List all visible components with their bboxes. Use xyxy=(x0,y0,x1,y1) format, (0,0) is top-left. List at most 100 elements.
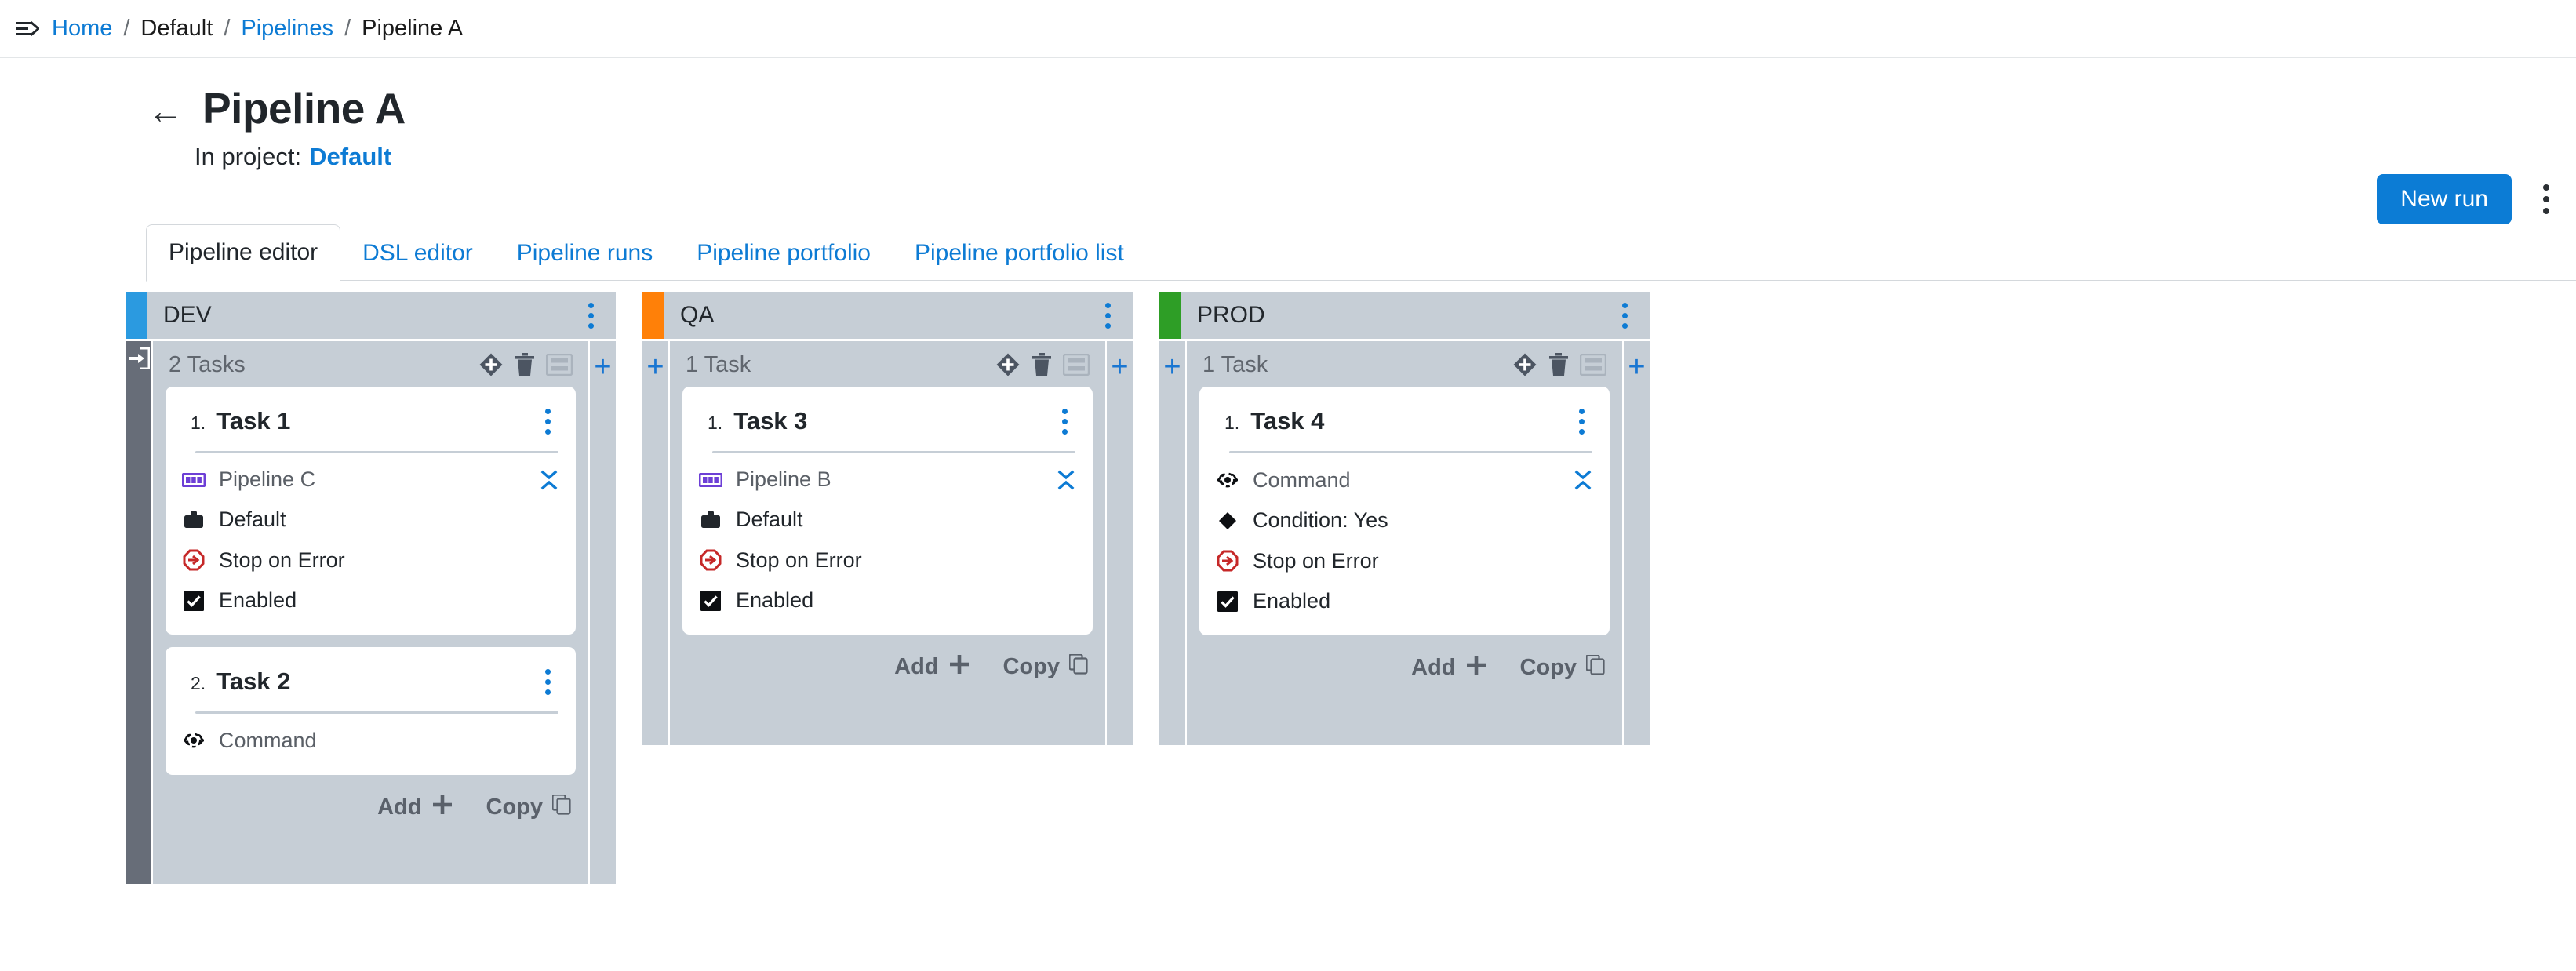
task-card[interactable]: 1. Task 4 Command Condition: Yes Stop on… xyxy=(1199,387,1610,635)
add-stage-after-button[interactable]: + xyxy=(590,341,616,884)
task-attribute-label: Pipeline C xyxy=(219,467,316,491)
stop-on-error-icon xyxy=(181,549,206,571)
rows-layout-icon[interactable] xyxy=(1580,354,1606,376)
task-attribute-row: Pipeline B xyxy=(697,460,1079,500)
copy-icon xyxy=(551,794,571,820)
task-count-label: 1 Task xyxy=(686,351,751,377)
task-overflow-menu-icon[interactable] xyxy=(533,402,562,440)
trash-icon[interactable] xyxy=(1548,353,1569,376)
task-attribute-row: Default xyxy=(180,500,562,540)
stage-overflow-menu-icon[interactable] xyxy=(1610,296,1639,334)
task-card[interactable]: 1. Task 1 Pipeline C Default Stop on Err… xyxy=(166,387,576,635)
task-name-label: Task 4 xyxy=(1250,407,1325,435)
plus-icon: + xyxy=(1628,351,1646,384)
stage-body-row: + 1 Task 1. Task 4 Command Condition: Ye… xyxy=(1159,341,1650,745)
stage-body: 1 Task 1. Task 4 Command Condition: Yes … xyxy=(1185,341,1624,745)
chevron-collapse-icon[interactable] xyxy=(1057,469,1075,491)
add-task-button[interactable]: Add xyxy=(1411,654,1486,681)
stage-header: PROD xyxy=(1159,292,1650,339)
project-link[interactable]: Default xyxy=(309,143,391,171)
breadcrumb-separator: / xyxy=(123,16,130,41)
breadcrumb-item-default: Default xyxy=(140,16,213,41)
page-overflow-menu-icon[interactable] xyxy=(2531,177,2562,221)
task-attribute-label: Enabled xyxy=(736,588,814,612)
plus-icon: + xyxy=(1163,351,1181,384)
task-attribute-row: Stop on Error xyxy=(1213,540,1595,581)
stage-meta-row: 1 Task xyxy=(1199,349,1610,387)
task-index-label: 1. xyxy=(708,413,723,433)
task-overflow-menu-icon[interactable] xyxy=(1050,402,1079,440)
task-overflow-menu-icon[interactable] xyxy=(1567,402,1595,440)
stage-footer: Add Copy xyxy=(682,647,1093,697)
task-card[interactable]: 1. Task 3 Pipeline B Default Stop on Err… xyxy=(682,387,1093,635)
task-attribute-label: Pipeline B xyxy=(736,467,831,491)
task-index-label: 2. xyxy=(191,673,206,693)
task-attribute-label: Default xyxy=(219,507,286,531)
stage-name-label: QA xyxy=(680,302,715,328)
task-attribute-label: Default xyxy=(736,507,803,531)
trash-icon[interactable] xyxy=(1031,353,1052,376)
diamond-icon xyxy=(1215,511,1240,530)
task-index-label: 1. xyxy=(1224,413,1240,433)
add-task-button[interactable]: Add xyxy=(894,653,970,680)
rows-layout-icon[interactable] xyxy=(1063,354,1090,376)
stage-name-label: DEV xyxy=(163,302,212,328)
hamburger-arrow-icon[interactable] xyxy=(14,16,41,42)
task-divider xyxy=(712,451,1075,453)
pipeline-board: DEV 2 Tasks 1. Task 1 Pipeline C Default… xyxy=(0,281,2576,884)
tab-pipeline-portfolio-list[interactable]: Pipeline portfolio list xyxy=(893,226,1146,282)
copy-task-label: Copy xyxy=(1519,654,1577,680)
diamond-plus-icon[interactable] xyxy=(478,352,504,377)
breadcrumb-item-pipelines[interactable]: Pipelines xyxy=(241,17,333,40)
rows-layout-icon[interactable] xyxy=(546,354,573,376)
checkbox-checked-icon xyxy=(698,590,723,611)
stage-body: 2 Tasks 1. Task 1 Pipeline C Default Sto… xyxy=(151,341,590,884)
plus-icon xyxy=(431,794,453,820)
add-stage-after-button[interactable]: + xyxy=(1624,341,1650,745)
task-attribute-row: Enabled xyxy=(180,580,562,620)
checkbox-checked-icon xyxy=(181,590,206,611)
stage-color-swatch xyxy=(126,292,147,339)
task-attribute-row: Command xyxy=(180,720,562,761)
breadcrumb-separator: / xyxy=(344,16,351,41)
task-attribute-row: Pipeline C xyxy=(180,460,562,500)
task-card[interactable]: 2. Task 2 Command xyxy=(166,647,576,775)
add-stage-after-button[interactable]: + xyxy=(1107,341,1133,745)
stage-body-row: + 1 Task 1. Task 3 Pipeline B Default St… xyxy=(642,341,1133,745)
add-task-button[interactable]: Add xyxy=(377,794,453,820)
task-overflow-menu-icon[interactable] xyxy=(533,663,562,700)
stage-header: QA xyxy=(642,292,1133,339)
diamond-plus-icon[interactable] xyxy=(995,352,1021,377)
task-name-label: Task 3 xyxy=(733,407,808,435)
new-run-button[interactable]: New run xyxy=(2377,174,2512,224)
breadcrumb-item-home[interactable]: Home xyxy=(52,17,112,40)
copy-task-button[interactable]: Copy xyxy=(1003,653,1089,679)
tab-dsl-editor[interactable]: DSL editor xyxy=(340,226,495,282)
copy-task-button[interactable]: Copy xyxy=(486,794,572,820)
task-attribute-label: Stop on Error xyxy=(736,547,862,572)
tab-pipeline-editor[interactable]: Pipeline editor xyxy=(146,224,341,282)
chevron-collapse-icon[interactable] xyxy=(1574,469,1592,491)
diamond-plus-icon[interactable] xyxy=(1512,352,1537,377)
tab-pipeline-runs[interactable]: Pipeline runs xyxy=(495,226,675,282)
stage-overflow-menu-icon[interactable] xyxy=(1093,296,1122,334)
stage-meta-row: 1 Task xyxy=(682,349,1093,387)
add-task-label: Add xyxy=(377,794,422,820)
task-attribute-row: Stop on Error xyxy=(180,540,562,580)
trash-icon[interactable] xyxy=(515,353,535,376)
task-attribute-row: Condition: Yes xyxy=(1213,500,1595,540)
add-stage-before-button[interactable]: + xyxy=(642,341,668,745)
briefcase-icon xyxy=(698,511,723,529)
back-arrow-icon[interactable]: ← xyxy=(147,93,184,129)
copy-task-label: Copy xyxy=(486,794,544,820)
copy-task-button[interactable]: Copy xyxy=(1519,654,1606,680)
task-card-header: 1. Task 4 xyxy=(1213,399,1595,451)
chevron-collapse-icon[interactable] xyxy=(540,469,558,491)
task-card-header: 1. Task 3 xyxy=(697,399,1079,451)
stage-overflow-menu-icon[interactable] xyxy=(577,296,605,334)
tab-pipeline-portfolio[interactable]: Pipeline portfolio xyxy=(675,226,893,282)
add-stage-before-button[interactable]: + xyxy=(1159,341,1185,745)
tabs-bar: Pipeline editor DSL editor Pipeline runs… xyxy=(0,220,2576,282)
title-row: ← Pipeline A xyxy=(0,85,2576,132)
task-attribute-label: Stop on Error xyxy=(1253,548,1379,573)
